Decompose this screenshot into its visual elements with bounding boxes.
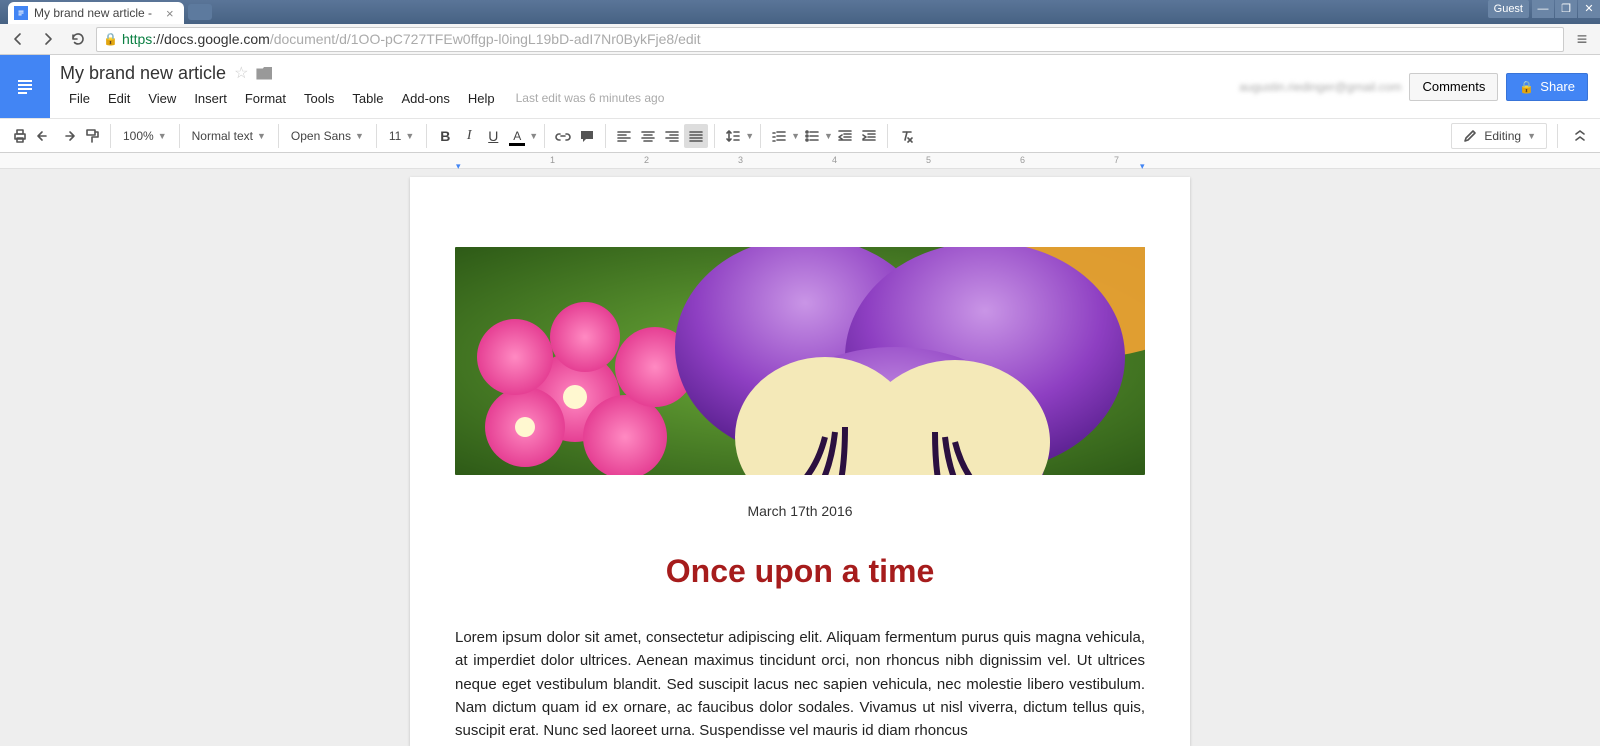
insert-comment-icon[interactable] (575, 124, 599, 148)
indent-marker-left[interactable]: ▾ (456, 161, 461, 172)
underline-button[interactable]: U (481, 124, 505, 148)
nav-reload-icon[interactable] (66, 27, 90, 51)
nav-back-icon[interactable] (6, 27, 30, 51)
clear-formatting-icon[interactable] (894, 124, 918, 148)
menu-addons[interactable]: Add-ons (392, 91, 458, 106)
menu-bar: File Edit View Insert Format Tools Table… (60, 87, 1229, 109)
align-center-icon[interactable] (636, 124, 660, 148)
docs-logo[interactable] (0, 55, 50, 118)
style-dropdown[interactable]: Normal text▼ (186, 124, 272, 148)
indent-decrease-icon[interactable] (833, 124, 857, 148)
zoom-dropdown[interactable]: 100%▼ (117, 124, 173, 148)
tab-close-icon[interactable]: × (166, 6, 174, 21)
ruler-mark: 5 (926, 155, 931, 165)
indent-marker-right[interactable]: ▾ (1140, 161, 1145, 172)
ruler-mark: 7 (1114, 155, 1119, 165)
window-close[interactable]: ✕ (1578, 0, 1600, 18)
window-maximize[interactable]: ❐ (1555, 0, 1577, 18)
indent-increase-icon[interactable] (857, 124, 881, 148)
bulleted-list-caret[interactable]: ▼ (824, 131, 833, 141)
document-canvas[interactable]: March 17th 2016 Once upon a time Lorem i… (0, 169, 1600, 746)
print-icon[interactable] (8, 124, 32, 148)
pencil-icon (1462, 128, 1478, 144)
user-email[interactable]: augustin.riedinger@gmail.com (1239, 80, 1401, 94)
url-domain: ://docs.google.com (152, 31, 270, 47)
insert-link-icon[interactable] (551, 124, 575, 148)
menu-format[interactable]: Format (236, 91, 295, 106)
paint-format-icon[interactable] (80, 124, 104, 148)
menu-edit[interactable]: Edit (99, 91, 139, 106)
guest-badge[interactable]: Guest (1488, 0, 1529, 18)
font-size-dropdown[interactable]: 11▼ (383, 124, 420, 148)
ruler-mark: 1 (550, 155, 555, 165)
lock-icon: 🔒 (1519, 80, 1534, 94)
os-titlebar: My brand new article - × Guest — ❐ ✕ (0, 0, 1600, 24)
redo-icon[interactable] (56, 124, 80, 148)
docs-favicon (14, 6, 28, 20)
nav-forward-icon (36, 27, 60, 51)
undo-icon[interactable] (32, 124, 56, 148)
ruler-mark: 6 (1020, 155, 1025, 165)
browser-navbar: 🔒 https://docs.google.com/document/d/1OO… (0, 24, 1600, 55)
editing-mode-dropdown[interactable]: Editing ▼ (1451, 123, 1547, 149)
line-spacing-caret[interactable]: ▼ (745, 131, 754, 141)
url-path: /document/d/1OO-pC727TFEw0ffgp-l0ingL19b… (270, 31, 701, 47)
last-edit-label: Last edit was 6 minutes ago (516, 91, 665, 105)
menu-tools[interactable]: Tools (295, 91, 343, 106)
ruler[interactable]: ▾ 1 2 3 4 5 6 7 ▾ (0, 153, 1600, 169)
menu-table[interactable]: Table (343, 91, 392, 106)
menu-view[interactable]: View (139, 91, 185, 106)
new-tab-button[interactable] (188, 4, 212, 20)
ruler-mark: 4 (832, 155, 837, 165)
menu-insert[interactable]: Insert (185, 91, 236, 106)
document-title[interactable]: My brand new article (60, 63, 226, 84)
url-scheme: https (122, 31, 152, 47)
ruler-mark: 3 (738, 155, 743, 165)
lock-icon: 🔒 (103, 32, 118, 46)
font-dropdown[interactable]: Open Sans▼ (285, 124, 370, 148)
align-justify-icon[interactable] (684, 124, 708, 148)
menu-file[interactable]: File (60, 91, 99, 106)
docs-header: My brand new article ☆ File Edit View In… (0, 55, 1600, 118)
document-heading[interactable]: Once upon a time (455, 553, 1145, 590)
browser-menu-icon[interactable]: ≡ (1570, 29, 1594, 50)
align-left-icon[interactable] (612, 124, 636, 148)
docs-app: My brand new article ☆ File Edit View In… (0, 55, 1600, 746)
bulleted-list-icon[interactable] (800, 124, 824, 148)
ruler-mark: 2 (644, 155, 649, 165)
numbered-list-caret[interactable]: ▼ (791, 131, 800, 141)
toolbar: 100%▼ Normal text▼ Open Sans▼ 11▼ B I U … (0, 118, 1600, 153)
star-icon[interactable]: ☆ (234, 63, 248, 83)
text-color-button[interactable]: A (505, 124, 529, 148)
share-button[interactable]: 🔒Share (1506, 73, 1588, 101)
browser-tab[interactable]: My brand new article - × (8, 2, 184, 24)
document-date[interactable]: March 17th 2016 (455, 503, 1145, 519)
numbered-list-icon[interactable] (767, 124, 791, 148)
tab-title: My brand new article - (34, 6, 152, 20)
align-right-icon[interactable] (660, 124, 684, 148)
window-minimize[interactable]: — (1532, 0, 1554, 18)
menu-help[interactable]: Help (459, 91, 504, 106)
text-color-caret[interactable]: ▼ (529, 131, 538, 141)
document-image[interactable] (455, 247, 1145, 475)
collapse-toolbar-icon[interactable] (1568, 124, 1592, 148)
document-page[interactable]: March 17th 2016 Once upon a time Lorem i… (410, 177, 1190, 746)
move-folder-icon[interactable] (256, 67, 272, 80)
bold-button[interactable]: B (433, 124, 457, 148)
comments-button[interactable]: Comments (1409, 73, 1498, 101)
line-spacing-icon[interactable] (721, 124, 745, 148)
url-bar[interactable]: 🔒 https://docs.google.com/document/d/1OO… (96, 27, 1564, 52)
document-paragraph[interactable]: Lorem ipsum dolor sit amet, consectetur … (455, 626, 1145, 742)
italic-button[interactable]: I (457, 124, 481, 148)
